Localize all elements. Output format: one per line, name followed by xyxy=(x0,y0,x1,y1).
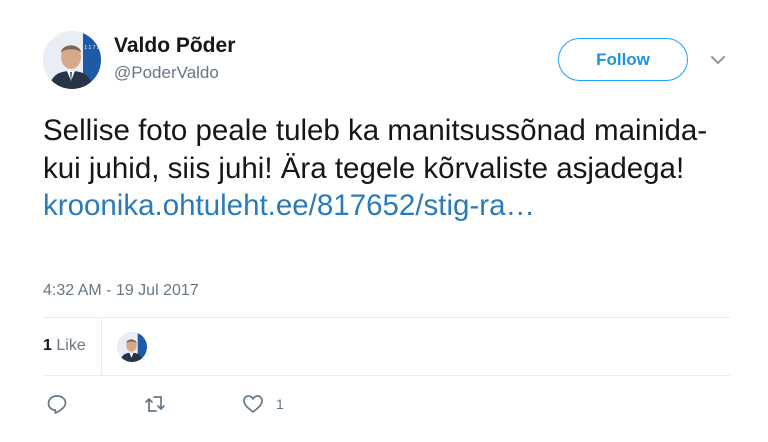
retweet-icon[interactable] xyxy=(144,393,166,415)
profile-photo-icon xyxy=(117,332,147,362)
chevron-down-icon[interactable] xyxy=(708,50,728,70)
stats-divider xyxy=(101,318,102,375)
tweet-timestamp[interactable]: 4:32 AM - 19 Jul 2017 xyxy=(43,282,199,300)
profile-photo-icon: 1 1 7 5 xyxy=(43,31,101,89)
author-name[interactable]: Valdo Põder xyxy=(114,34,235,58)
follow-button[interactable]: Follow xyxy=(558,38,688,81)
tweet-text: Sellise foto peale tuleb ka manitsussõna… xyxy=(43,114,708,185)
avatar-badge-text: 1 1 7 5 xyxy=(84,45,100,51)
tweet-link[interactable]: kroonika.ohtuleht.ee/817652/stig-ra… xyxy=(43,189,535,222)
likes-label: Like xyxy=(56,337,86,354)
author-avatar[interactable]: 1 1 7 5 xyxy=(43,31,101,89)
author-handle[interactable]: @PoderValdo xyxy=(114,63,219,83)
likes-count: 1 xyxy=(43,337,52,354)
divider-bottom xyxy=(43,375,730,376)
liker-avatar[interactable] xyxy=(117,332,147,362)
tweet-body: Sellise foto peale tuleb ka manitsussõna… xyxy=(43,112,733,225)
divider-top xyxy=(43,317,730,318)
like-count: 1 xyxy=(276,396,284,412)
heart-icon[interactable] xyxy=(242,393,264,415)
likes-stat[interactable]: 1 Like xyxy=(43,337,86,355)
reply-icon[interactable] xyxy=(46,393,68,415)
